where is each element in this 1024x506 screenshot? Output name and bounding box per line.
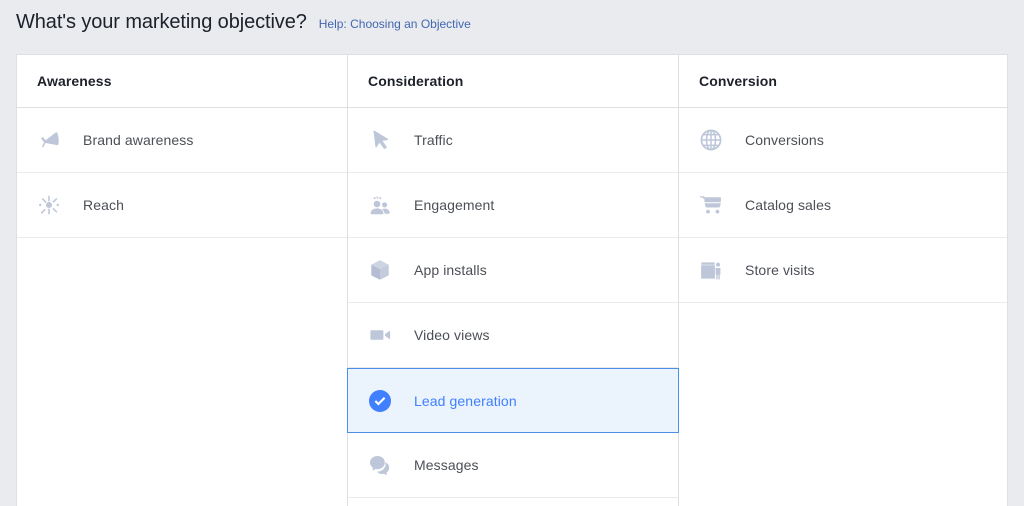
column-body-conversion: Conversions Catalog sales Store visits [679,108,1007,506]
objective-row-conversions[interactable]: Conversions [679,108,1007,173]
objective-column-consideration: Consideration Traffic Engagement App ins… [347,54,679,506]
objective-column-conversion: Conversion Conversions Catalog sales Sto… [678,54,1008,506]
objective-label: Conversions [745,132,824,148]
objective-row-traffic[interactable]: Traffic [348,108,678,173]
objective-label: Traffic [414,132,453,148]
column-header-label: Conversion [699,73,778,89]
objective-row-app-installs[interactable]: App installs [348,238,678,303]
objective-label: Video views [414,327,490,343]
reach-burst-icon [37,193,61,217]
column-header-awareness: Awareness [17,55,347,108]
cube-box-icon [368,258,392,282]
objective-row-video-views[interactable]: Video views [348,303,678,368]
help-choosing-objective-link[interactable]: Help: Choosing an Objective [319,16,471,32]
objective-row-catalog-sales[interactable]: Catalog sales [679,173,1007,238]
column-filler-awareness [17,238,347,506]
column-body-consideration: Traffic Engagement App installs Video vi… [347,108,679,506]
objective-row-brand-awareness[interactable]: Brand awareness [17,108,347,173]
objective-row-store-visits[interactable]: Store visits [679,238,1007,303]
objective-row-messages[interactable]: Messages [348,433,678,498]
objective-row-lead-generation[interactable]: Lead generation [347,368,679,433]
column-header-conversion: Conversion [679,55,1007,108]
objective-table: Awareness Brand awareness Reach Consider… [16,54,1008,506]
objective-label: App installs [414,262,487,278]
objective-label: Messages [414,457,479,473]
megaphone-icon [37,128,61,152]
objective-label: Reach [83,197,124,213]
storefront-icon [699,258,723,282]
shopping-cart-icon [699,193,723,217]
column-header-consideration: Consideration [348,55,678,108]
objective-row-reach[interactable]: Reach [17,173,347,238]
objective-label: Engagement [414,197,495,213]
column-filler-conversion [679,303,1007,506]
objective-row-engagement[interactable]: Engagement [348,173,678,238]
chat-bubbles-icon [368,453,392,477]
objective-picker-page: What's your marketing objective? Help: C… [0,0,1024,506]
page-title: What's your marketing objective? [16,11,307,33]
column-body-awareness: Brand awareness Reach [17,108,347,506]
objective-column-awareness: Awareness Brand awareness Reach [16,54,347,506]
people-group-icon [368,193,392,217]
objective-label: Store visits [745,262,815,278]
objective-label: Catalog sales [745,197,832,213]
column-header-label: Awareness [37,73,112,89]
objective-label: Lead generation [414,392,517,409]
video-camera-icon [368,323,392,347]
globe-icon [699,128,723,152]
page-header: What's your marketing objective? Help: C… [16,9,471,35]
check-circle-icon [368,389,392,413]
column-header-label: Consideration [368,73,464,89]
cursor-arrow-icon [368,128,392,152]
objective-label: Brand awareness [83,132,194,148]
